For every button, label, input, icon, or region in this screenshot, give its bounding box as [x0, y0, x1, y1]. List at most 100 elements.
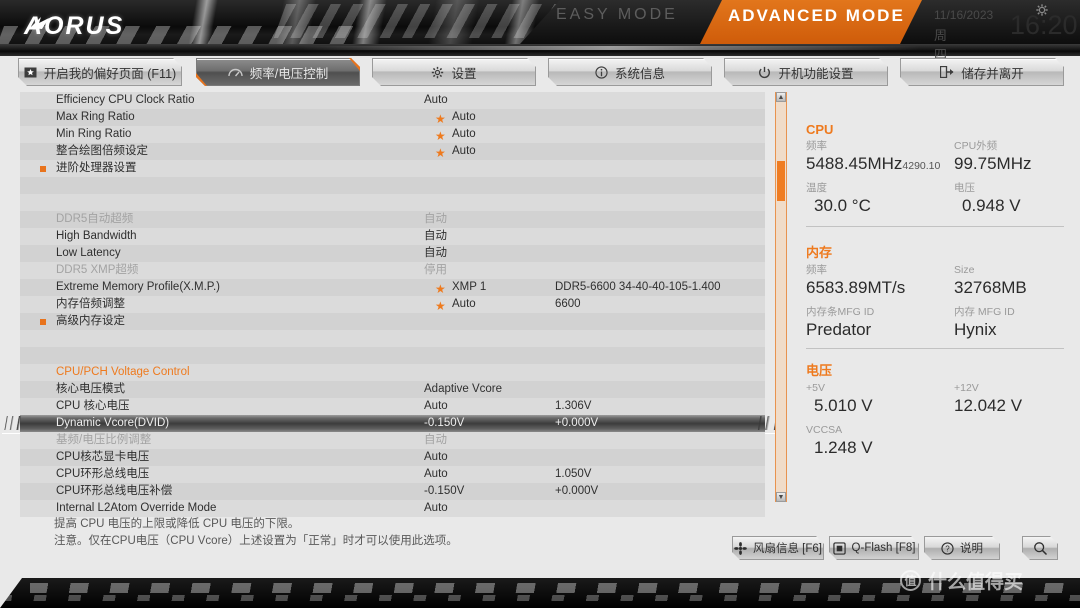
- help-line-1: 提高 CPU 电压的上限或降低 CPU 电压的下限。: [54, 518, 300, 530]
- header-bottom-strip: [0, 44, 1080, 56]
- settings-row-value[interactable]: -0.150V: [424, 483, 464, 500]
- hardware-info-panel: CPU 频率 5488.45MHz4290.10 CPU外频 99.75MHz …: [800, 92, 1068, 504]
- question-icon: ?: [941, 542, 954, 555]
- settings-row[interactable]: Max Ring Ratio ★ Auto: [20, 109, 765, 126]
- settings-row-value[interactable]: 停用: [424, 262, 447, 279]
- tab-system-info[interactable]: 系统信息: [548, 58, 712, 86]
- fan-info-button[interactable]: 风扇信息 [F6]: [732, 536, 824, 560]
- tab-label: 设置: [451, 66, 477, 81]
- settings-row-value[interactable]: 自动: [424, 245, 447, 262]
- memory-freq-value: 6583.89MT/s: [806, 278, 906, 297]
- memory-dram-mfg-label: 内存 MFG ID: [954, 306, 1015, 318]
- easy-mode-tab[interactable]: EASY MODE: [556, 6, 678, 24]
- cpu-voltage-label: 电压: [954, 182, 975, 194]
- gauge-icon: [228, 67, 243, 78]
- help-text: 提高 CPU 电压的上限或降低 CPU 电压的下限。 注意。仅在CPU电压（CP…: [54, 516, 714, 550]
- memory-dram-mfg-value: Hynix: [954, 320, 997, 339]
- qflash-button[interactable]: Q-Flash [F8]: [829, 536, 919, 560]
- settings-row-value[interactable]: Auto: [424, 92, 448, 109]
- settings-row-value-secondary: 1.050V: [555, 468, 592, 480]
- settings-row-value[interactable]: -0.150V: [424, 415, 464, 432]
- settings-row-label: Low Latency: [56, 247, 121, 259]
- info-icon: [595, 66, 608, 79]
- watermark-text: 什么值得买: [928, 572, 1024, 593]
- tab-frequency-voltage[interactable]: 频率/电压控制: [196, 58, 360, 86]
- settings-row-value[interactable]: Adaptive Vcore: [424, 381, 502, 398]
- settings-row[interactable]: CPU环形总线电压 Auto 1.050V: [20, 466, 765, 483]
- settings-row-label: 基频/电压比例调整: [56, 434, 152, 446]
- settings-row-value[interactable]: Auto: [424, 449, 448, 466]
- cpu-temp-value: 30.0 °C: [814, 196, 871, 215]
- bios-screen: EASY MODE ADVANCED MODE AORUS 11/16/2023…: [0, 0, 1080, 608]
- settings-row-value[interactable]: 自动: [424, 432, 447, 449]
- settings-row-value[interactable]: Auto: [424, 466, 448, 483]
- scroll-down-arrow[interactable]: ▼: [776, 492, 786, 502]
- v5-label: +5V: [806, 382, 825, 394]
- cpu-freq-value: 5488.45MHz4290.10: [806, 153, 940, 177]
- cpu-voltage-value: 0.948 V: [962, 196, 1021, 215]
- scrollbar-thumb[interactable]: [777, 161, 785, 201]
- settings-row[interactable]: 核心电压模式 Adaptive Vcore: [20, 381, 765, 398]
- cpu-section-title: CPU: [806, 122, 834, 137]
- settings-row[interactable]: Efficiency CPU Clock Ratio Auto: [20, 92, 765, 109]
- settings-row[interactable]: DDR5自动超频 自动: [20, 211, 765, 228]
- settings-row-selected[interactable]: Dynamic Vcore(DVID) -0.150V +0.000V: [2, 415, 787, 434]
- scroll-up-arrow[interactable]: ▲: [776, 92, 786, 102]
- settings-row[interactable]: CPU环形总线电压补偿 -0.150V +0.000V: [20, 483, 765, 500]
- cpu-freq-sub: 4290.10: [902, 160, 941, 172]
- settings-row-value[interactable]: 自动: [424, 211, 447, 228]
- cpu-bclk-value: 99.75MHz: [954, 154, 1032, 173]
- settings-row-label: DDR5 XMP超频: [56, 264, 139, 276]
- settings-row[interactable]: CPU 核心电压 Auto 1.306V: [20, 398, 765, 415]
- settings-row-value[interactable]: Auto: [452, 143, 476, 160]
- vertical-scrollbar[interactable]: ▲ ▼: [775, 92, 787, 502]
- advanced-mode-tab[interactable]: ADVANCED MODE: [728, 6, 905, 26]
- settings-row[interactable]: Internal L2Atom Override Mode Auto: [20, 500, 765, 517]
- settings-row[interactable]: High Bandwidth 自动: [20, 228, 765, 245]
- search-button[interactable]: [1022, 536, 1058, 560]
- settings-row-label: Dynamic Vcore(DVID): [56, 417, 170, 429]
- settings-row-value[interactable]: Auto: [452, 296, 476, 313]
- settings-row-value[interactable]: Auto: [424, 500, 448, 517]
- settings-row[interactable]: CPU/PCH Voltage Control: [20, 364, 765, 381]
- settings-row-label: DDR5自动超频: [56, 213, 134, 225]
- settings-row[interactable]: 内存倍频调整 ★ Auto 6600: [20, 296, 765, 313]
- tab-boot-settings[interactable]: 开机功能设置: [724, 58, 888, 86]
- settings-row[interactable]: CPU核芯显卡电压 Auto: [20, 449, 765, 466]
- v5-value: 5.010 V: [814, 396, 873, 415]
- settings-row[interactable]: Extreme Memory Profile(X.M.P.) ★ XMP 1 DDR5…: [20, 279, 765, 296]
- settings-row: [20, 347, 765, 364]
- tab-save-exit[interactable]: 储存并离开: [900, 58, 1064, 86]
- tab-label: 储存并离开: [961, 66, 1024, 81]
- aorus-falcon-icon: [30, 17, 49, 29]
- tab-settings[interactable]: 设置: [372, 58, 536, 86]
- divider: [806, 348, 1064, 349]
- settings-row-label: CPU环形总线电压: [56, 468, 150, 480]
- settings-row-value[interactable]: 自动: [424, 228, 447, 245]
- settings-row-value-secondary: +0.000V: [555, 485, 599, 497]
- settings-row[interactable]: 整合绘图倍频设定 ★ Auto: [20, 143, 765, 160]
- settings-row-value[interactable]: XMP 1: [452, 279, 486, 296]
- tab-favorites[interactable]: 开启我的偏好页面 (F11): [18, 58, 182, 86]
- settings-row[interactable]: 进阶处理器设置: [20, 160, 765, 177]
- help-button[interactable]: ? 说明: [924, 536, 1000, 560]
- gear-icon[interactable]: [1035, 3, 1049, 17]
- search-icon: [1033, 541, 1048, 556]
- settings-row[interactable]: Low Latency 自动: [20, 245, 765, 262]
- selection-decoration: [4, 416, 28, 430]
- tab-label: 开机功能设置: [778, 66, 854, 81]
- aorus-logo: AORUS: [24, 12, 124, 41]
- settings-row[interactable]: 高级内存设定: [20, 313, 765, 330]
- qflash-label: Q-Flash [F8]: [851, 542, 916, 554]
- settings-row-label: Extreme Memory Profile(X.M.P.): [56, 281, 221, 293]
- settings-row[interactable]: 基频/电压比例调整 自动: [20, 432, 765, 449]
- settings-row-value[interactable]: Auto: [452, 126, 476, 143]
- settings-row-value-secondary: 6600: [555, 298, 581, 310]
- power-icon: [758, 66, 771, 79]
- settings-row[interactable]: DDR5 XMP超频 停用: [20, 262, 765, 279]
- settings-row-value[interactable]: Auto: [452, 109, 476, 126]
- fan-info-label: 风扇信息 [F6]: [752, 543, 822, 555]
- memory-section-title: 内存: [806, 245, 833, 260]
- settings-row-value[interactable]: Auto: [424, 398, 448, 415]
- settings-row[interactable]: Min Ring Ratio ★ Auto: [20, 126, 765, 143]
